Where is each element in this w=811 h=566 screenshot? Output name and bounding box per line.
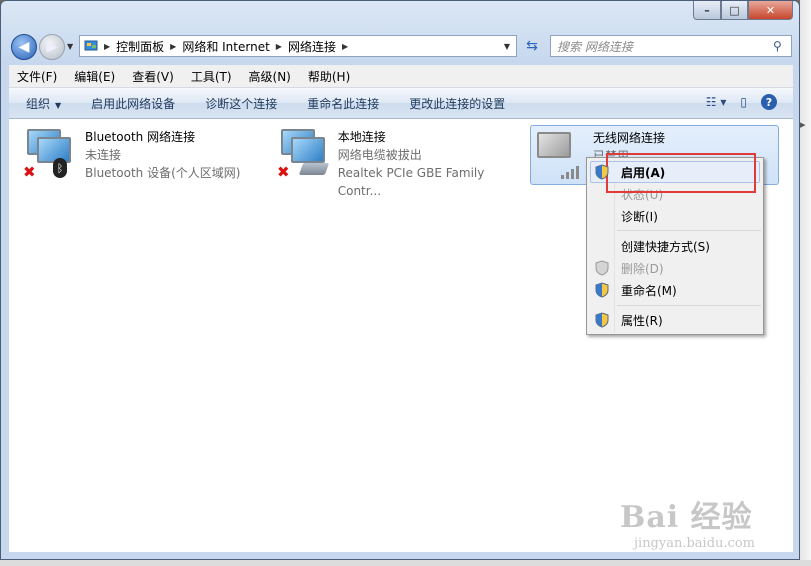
breadcrumb-separator-icon[interactable]: ▶ <box>342 42 348 51</box>
breadcrumb-separator-icon[interactable]: ▶ <box>170 42 176 51</box>
watermark: Bai 经验 jingyan.baidu.com <box>620 492 755 551</box>
menu-bar: 文件(F) 编辑(E) 查看(V) 工具(T) 高级(N) 帮助(H) <box>9 65 793 88</box>
menu-help[interactable]: 帮助(H) <box>300 68 359 85</box>
menu-item-label: 删除(D) <box>621 261 664 276</box>
menu-tools[interactable]: 工具(T) <box>183 68 241 85</box>
refresh-button[interactable]: ⇆ <box>519 35 545 57</box>
menu-item-label: 属性(R) <box>621 313 663 328</box>
menu-file[interactable]: 文件(F) <box>9 68 66 85</box>
chevron-down-icon: ▼ <box>55 100 62 110</box>
monitor-icon <box>291 137 325 163</box>
close-button[interactable]: ✕ <box>748 1 793 20</box>
disconnected-x-icon: ✖ <box>23 163 36 181</box>
connection-name: 本地连接 <box>337 130 386 144</box>
watermark-url: jingyan.baidu.com <box>634 536 755 551</box>
recent-pages-dropdown-icon[interactable]: ▼ <box>67 42 73 51</box>
watermark-logo: Bai 经验 <box>620 500 753 535</box>
change-settings-button[interactable]: 更改此连接的设置 <box>409 95 505 112</box>
organize-label: 组织 <box>26 96 51 111</box>
menu-separator <box>617 305 761 306</box>
connection-name: Bluetooth 网络连接 <box>85 130 196 144</box>
connection-name: 无线网络连接 <box>593 131 666 145</box>
diagnose-button[interactable]: 诊断这个连接 <box>205 95 277 112</box>
breadcrumb-separator-icon[interactable]: ▶ <box>276 42 282 51</box>
menu-item-delete: 删除(D) <box>589 257 761 279</box>
menu-item-rename[interactable]: 重命名(M) <box>589 279 761 301</box>
menu-separator <box>617 230 761 231</box>
organize-button[interactable]: 组织 ▼ <box>26 95 61 112</box>
rename-button[interactable]: 重命名此连接 <box>307 95 379 112</box>
monitor-icon <box>37 137 71 163</box>
network-adapter-icon: ✖ <box>277 125 332 183</box>
uac-shield-icon <box>595 282 609 298</box>
disconnected-x-icon: ✖ <box>277 163 290 181</box>
address-bar[interactable]: ▶ 控制面板 ▶ 网络和 Internet ▶ 网络连接 ▶ ▼ <box>79 35 517 57</box>
search-icon[interactable]: ⚲ <box>773 39 791 53</box>
search-input[interactable]: 搜索 网络连接 ⚲ <box>550 35 792 57</box>
search-placeholder: 搜索 网络连接 <box>557 39 633 54</box>
background-window-edge: ▸ <box>800 0 811 566</box>
view-controls: ☷ ▾ ▯ ? <box>706 94 777 110</box>
breadcrumb-control-panel[interactable]: 控制面板 <box>116 38 164 55</box>
breadcrumb-network-internet[interactable]: 网络和 Internet <box>182 38 269 55</box>
menu-advanced[interactable]: 高级(N) <box>241 68 300 85</box>
connection-local[interactable]: ✖ 本地连接 网络电缆被拔出 Realtek PCIe GBE Family C… <box>277 125 527 198</box>
menu-item-label: 创建快捷方式(S) <box>621 239 710 254</box>
connection-device: Realtek PCIe GBE Family Contr... <box>337 166 485 198</box>
uac-shield-icon <box>595 164 609 180</box>
breadcrumb-separator-icon[interactable]: ▶ <box>104 42 110 51</box>
network-cable-icon <box>298 163 330 175</box>
preview-pane-icon[interactable]: ▯ <box>740 95 747 109</box>
connection-status: 未连接 <box>85 148 122 162</box>
bluetooth-icon: ᛒ <box>53 158 67 178</box>
minimize-button[interactable]: – <box>693 1 721 20</box>
menu-item-label: 重命名(M) <box>621 283 677 298</box>
maximize-button[interactable]: □ <box>721 1 748 20</box>
breadcrumb-network-connections[interactable]: 网络连接 <box>288 38 336 55</box>
back-button[interactable]: ◀ <box>11 34 37 60</box>
caption-buttons: – □ ✕ <box>693 1 793 20</box>
address-row: ◀ ▶ ▼ ▶ 控制面板 ▶ 网络和 Internet ▶ 网络连接 ▶ ▼ ⇆… <box>9 32 793 60</box>
connection-bluetooth[interactable]: ✖ ᛒ Bluetooth 网络连接 未连接 Bluetooth 设备(个人区域… <box>23 125 263 183</box>
address-dropdown-icon[interactable]: ▼ <box>504 42 510 51</box>
menu-item-diagnose[interactable]: 诊断(I) <box>589 205 761 227</box>
enable-device-button[interactable]: 启用此网络设备 <box>91 95 175 112</box>
network-adapter-icon: ✖ ᛒ <box>23 125 79 183</box>
menu-item-create-shortcut[interactable]: 创建快捷方式(S) <box>589 235 761 257</box>
wireless-adapter-icon <box>531 126 587 184</box>
monitor-icon <box>537 132 571 158</box>
menu-view[interactable]: 查看(V) <box>124 68 183 85</box>
bottom-strip <box>0 560 811 566</box>
change-view-icon[interactable]: ☷ ▾ <box>706 95 727 109</box>
signal-bars-icon <box>561 166 579 179</box>
menu-item-properties[interactable]: 属性(R) <box>589 309 761 331</box>
command-bar: 组织 ▼ 启用此网络设备 诊断这个连接 重命名此连接 更改此连接的设置 ☷ ▾ ▯… <box>9 88 793 119</box>
menu-item-label: 诊断(I) <box>621 209 658 224</box>
connection-device: Bluetooth 设备(个人区域网) <box>85 166 241 180</box>
forward-button[interactable]: ▶ <box>39 34 65 60</box>
background-fragment: ▸ <box>800 118 806 131</box>
connection-status: 网络电缆被拔出 <box>337 148 422 162</box>
uac-shield-icon <box>595 312 609 328</box>
menu-item-label: 启用(A) <box>621 165 666 180</box>
control-panel-icon <box>83 39 101 53</box>
uac-shield-icon <box>595 260 609 276</box>
help-icon[interactable]: ? <box>761 94 777 110</box>
menu-edit[interactable]: 编辑(E) <box>66 68 124 85</box>
